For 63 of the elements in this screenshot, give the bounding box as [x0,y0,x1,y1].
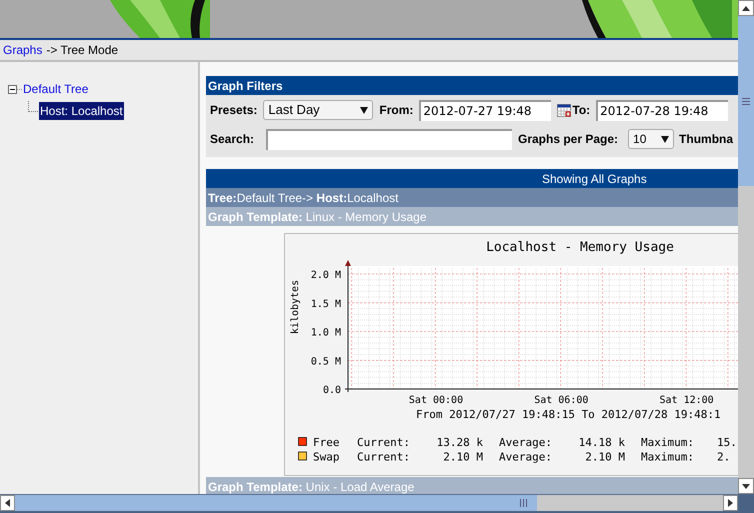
time-range-text: From 2012/07/27 19:48:15 To 2012/07/28 19:48:1 [416,408,721,421]
scroll-up-button[interactable] [738,0,754,16]
collapse-icon[interactable] [8,84,22,94]
left-arrow-icon [5,499,10,507]
field-label: Graphs per Page: [518,131,618,148]
breadcrumb-text: -> Tree Mode [46,42,118,59]
legend-label: Average: [499,436,552,449]
legend-label: Maximum: [641,436,694,449]
field-label: Thumbna [679,131,734,148]
graph-template-bar: Graph Template: Linux - Memory Usage [206,207,738,226]
preset-dropdown[interactable]: Last Day [263,100,374,120]
field-label: From: [379,102,414,119]
legend-label: Average: [499,450,552,464]
legend-value: 2.10 M [443,450,483,464]
field-label: To: [572,102,590,119]
field-label: Presets: [210,102,258,119]
legend-label: Free [313,436,340,449]
panel-header: Graph Filters [206,76,738,95]
tick-label: Sat 06:00 [534,395,588,406]
panel-header: Showing All Graphs [206,169,738,188]
calendar-icon[interactable] [557,103,572,117]
scroll-right-button[interactable] [723,495,738,511]
down-arrow-icon [742,484,750,488]
scroll-thumb[interactable] [15,495,537,511]
tick-label: 2.0 M [310,270,341,281]
chart-title: Localhost - Memory Usage [486,240,674,255]
vertical-scrollbar[interactable] [738,0,754,494]
tick-label: 1.5 M [310,298,341,310]
tree-item[interactable]: Host: Localhost [39,102,124,120]
legend-value: 14.18 k [578,436,625,449]
to-date-field[interactable]: 2012-07-28 19:48 [596,100,728,120]
legend-label: Swap [313,450,340,464]
legend-value: 2.10 M [585,450,625,464]
legend-value: 15. [717,436,737,449]
legend-label: Current: [357,436,410,449]
legend-label: Maximum: [641,450,694,464]
legend-value: 13.28 k [436,436,483,449]
legend-value: 2. [717,450,730,464]
tree-item[interactable]: Default Tree [22,80,90,98]
caret-icon [360,106,368,114]
scroll-thumb[interactable] [738,16,754,186]
from-date-field[interactable]: 2012-07-27 19:48 [419,100,552,120]
horizontal-scrollbar[interactable] [0,494,738,511]
caret-icon [661,136,670,142]
grip-icon [520,499,527,507]
legend-label: Current: [357,450,410,464]
scroll-left-button[interactable] [0,495,15,511]
graphs-per-page-dropdown[interactable]: 10 [628,129,674,149]
axis-label: kilobytes [290,280,301,334]
tree-path-bar: Tree:Default Tree-> Host:Localhost [206,188,738,207]
search-field[interactable] [266,128,512,150]
right-arrow-icon [728,499,733,507]
tick-label: Sat 00:00 [408,395,464,406]
tick-label: 0.0 [322,385,341,396]
graphs-link[interactable]: Graphs [3,41,42,59]
grip-icon [742,98,750,104]
scroll-down-button[interactable] [738,478,754,494]
up-arrow-icon [742,6,750,10]
tick-label: 1.0 M [310,328,341,338]
tick-label: Sat 12:00 [660,395,714,406]
graph-template-bar: Graph Template: Unix - Load Average [206,477,738,494]
tick-label: 0.5 M [310,356,341,368]
field-label: Search: [210,131,256,148]
